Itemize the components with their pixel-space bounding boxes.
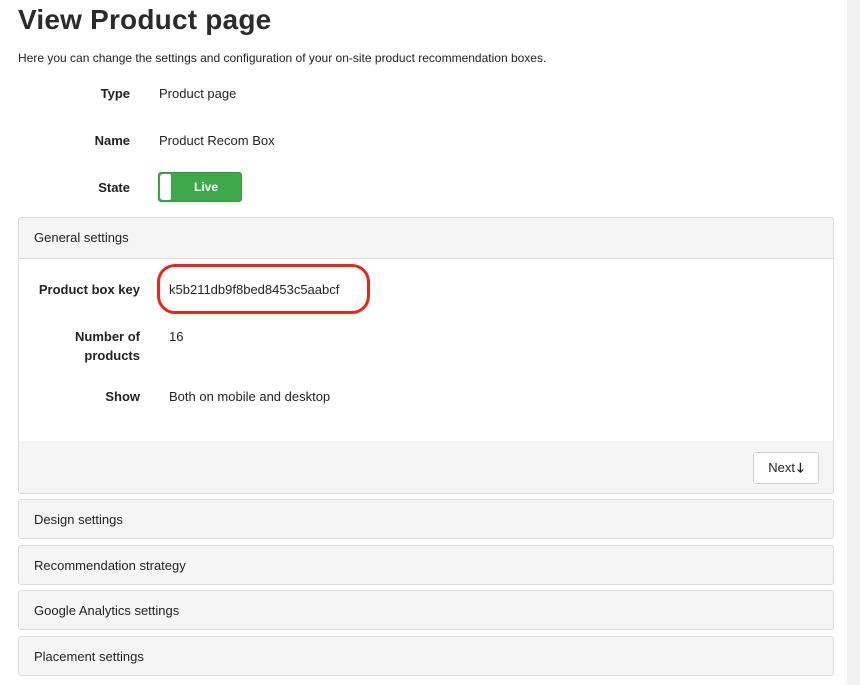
name-value: Product Recom Box — [159, 133, 275, 148]
product-box-key-label: Product box key — [38, 282, 140, 297]
state-label: State — [98, 180, 130, 195]
section-label: Recommendation strategy — [34, 558, 186, 573]
next-button[interactable]: Next 🡓 — [753, 452, 819, 484]
section-google-analytics-settings[interactable]: Google Analytics settings — [18, 590, 834, 630]
general-settings-title: General settings — [34, 230, 129, 245]
section-placement-settings[interactable]: Placement settings — [18, 636, 834, 676]
page: View Product page Here you can change th… — [0, 0, 860, 685]
section-label: Google Analytics settings — [34, 603, 180, 618]
type-label: Type — [100, 86, 130, 101]
general-settings-panel: General settings Product box key k5b211d… — [18, 217, 834, 494]
scrollbar-track[interactable] — [847, 0, 860, 685]
number-of-products-label-line2: products — [84, 348, 140, 363]
toggle-knob — [160, 174, 171, 200]
state-toggle-label: Live — [193, 180, 218, 194]
general-settings-body: Product box key k5b211db9f8bed8453c5aabc… — [19, 259, 833, 441]
page-subtitle: Here you can change the settings and con… — [18, 51, 547, 65]
show-label: Show — [105, 389, 140, 404]
number-of-products-value: 16 — [169, 329, 184, 344]
name-label: Name — [94, 133, 130, 148]
state-toggle[interactable]: Live — [158, 172, 242, 202]
number-of-products-label-line1: Number of — [75, 329, 140, 344]
general-settings-header[interactable]: General settings — [19, 218, 833, 259]
highlight-annotation — [157, 264, 370, 314]
arrow-down-icon: 🡓 — [796, 460, 804, 475]
show-value: Both on mobile and desktop — [169, 389, 331, 404]
type-value: Product page — [159, 86, 237, 101]
section-design-settings[interactable]: Design settings — [18, 499, 834, 539]
page-title: View Product page — [18, 4, 272, 35]
section-recommendation-strategy[interactable]: Recommendation strategy — [18, 545, 834, 585]
section-label: Design settings — [34, 512, 123, 527]
section-label: Placement settings — [34, 649, 144, 664]
next-button-label: Next — [768, 460, 795, 475]
